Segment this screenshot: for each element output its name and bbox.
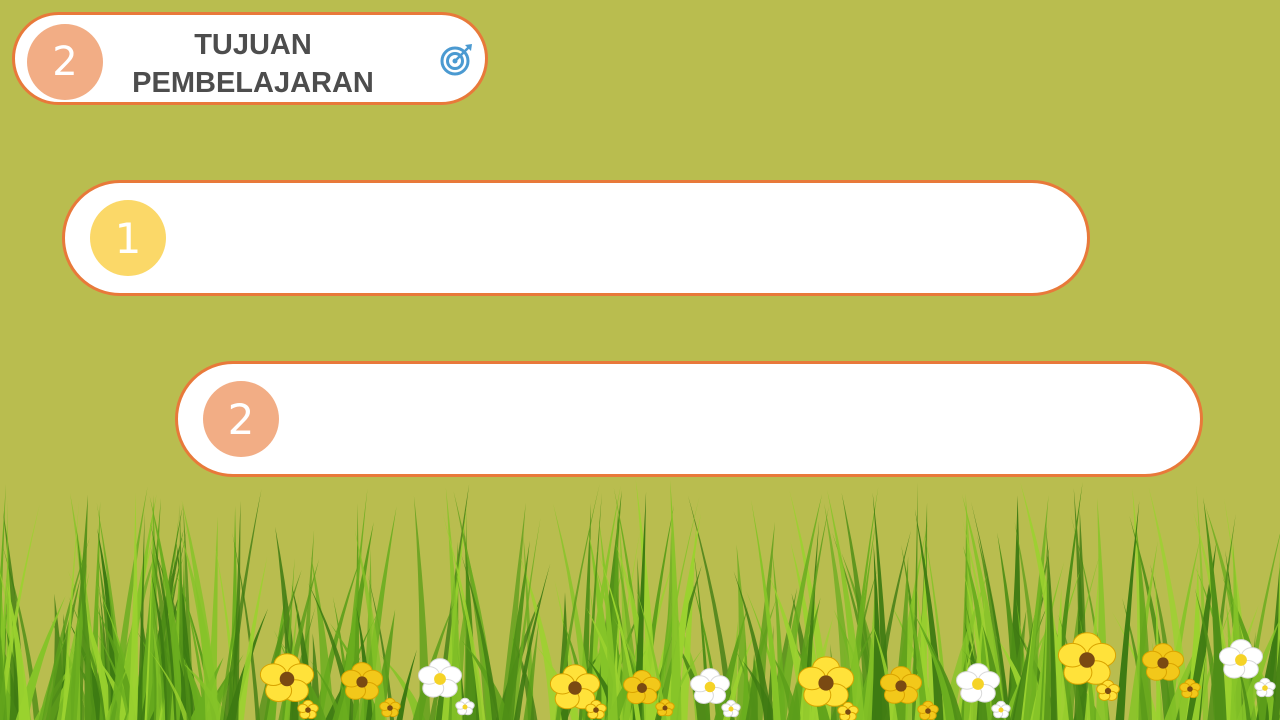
target-icon (440, 44, 472, 76)
grass-and-flowers-decoration (0, 480, 1280, 720)
objective-number-badge: 2 (203, 381, 279, 457)
objective-text[interactable] (298, 364, 1160, 474)
section-title: TUJUAN PEMBELAJARAN (115, 26, 391, 102)
title-banner: 2 TUJUAN PEMBELAJARAN (12, 12, 488, 105)
objective-item-1: 1 (62, 180, 1090, 296)
section-title-line-2: PEMBELAJARAN (132, 67, 374, 99)
flower (1057, 632, 1117, 685)
section-number-badge: 2 (27, 24, 103, 100)
objective-number-badge: 1 (90, 200, 166, 276)
objective-text[interactable] (185, 183, 1047, 293)
section-title-line-1: TUJUAN (194, 29, 312, 61)
